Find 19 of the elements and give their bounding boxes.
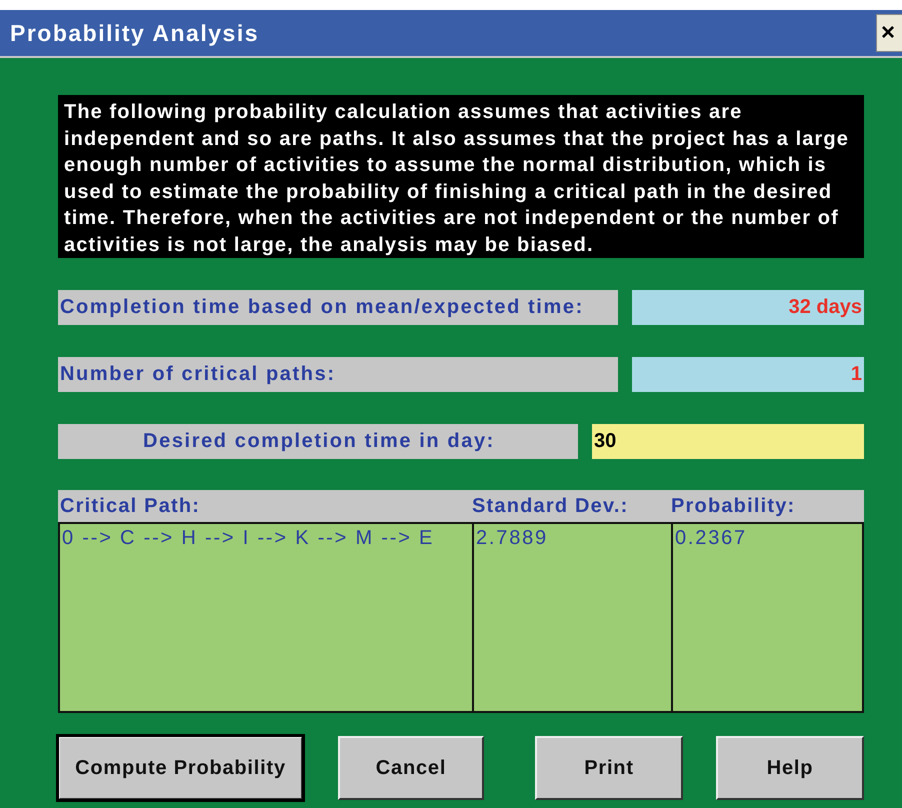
field-label: Completion time based on mean/expected time: [58, 290, 618, 325]
column-header: Probability: [670, 494, 796, 518]
field-label: Desired completion time in day: [58, 424, 578, 459]
table-cell-text: 0 --> C --> H --> I --> K --> M --> E [62, 527, 436, 550]
description-text: The following probability calculation assumes that activities are independent and so are paths. It also assumes that the project has a large enough number of activities to assume the normal distribution, which is used to estimate the probability of finishing a critical path in the desired time. Therefore, when the activities are not independent or the number of activities is not large, the analysis may be biased. [58, 95, 864, 258]
dialog-button[interactable]: Help [716, 736, 864, 800]
dialog-button[interactable]: Print [535, 736, 683, 800]
table-cell-text: 0.2367 [675, 527, 748, 550]
input-field[interactable]: 30 [592, 424, 864, 459]
column-header: Critical Path: [59, 494, 202, 518]
table-cell-text: 2.7889 [476, 527, 549, 550]
column-header: Standard Dev.: [471, 494, 630, 518]
result-value: 1 [632, 357, 864, 392]
window-title: Probability Analysis [9, 20, 259, 46]
close-button[interactable]: × [876, 14, 902, 52]
dialog-button[interactable]: Compute Probability [58, 736, 303, 800]
dialog-button[interactable]: Cancel [338, 736, 484, 800]
result-value: 32 days [632, 290, 864, 325]
field-label: Number of critical paths: [58, 357, 618, 392]
